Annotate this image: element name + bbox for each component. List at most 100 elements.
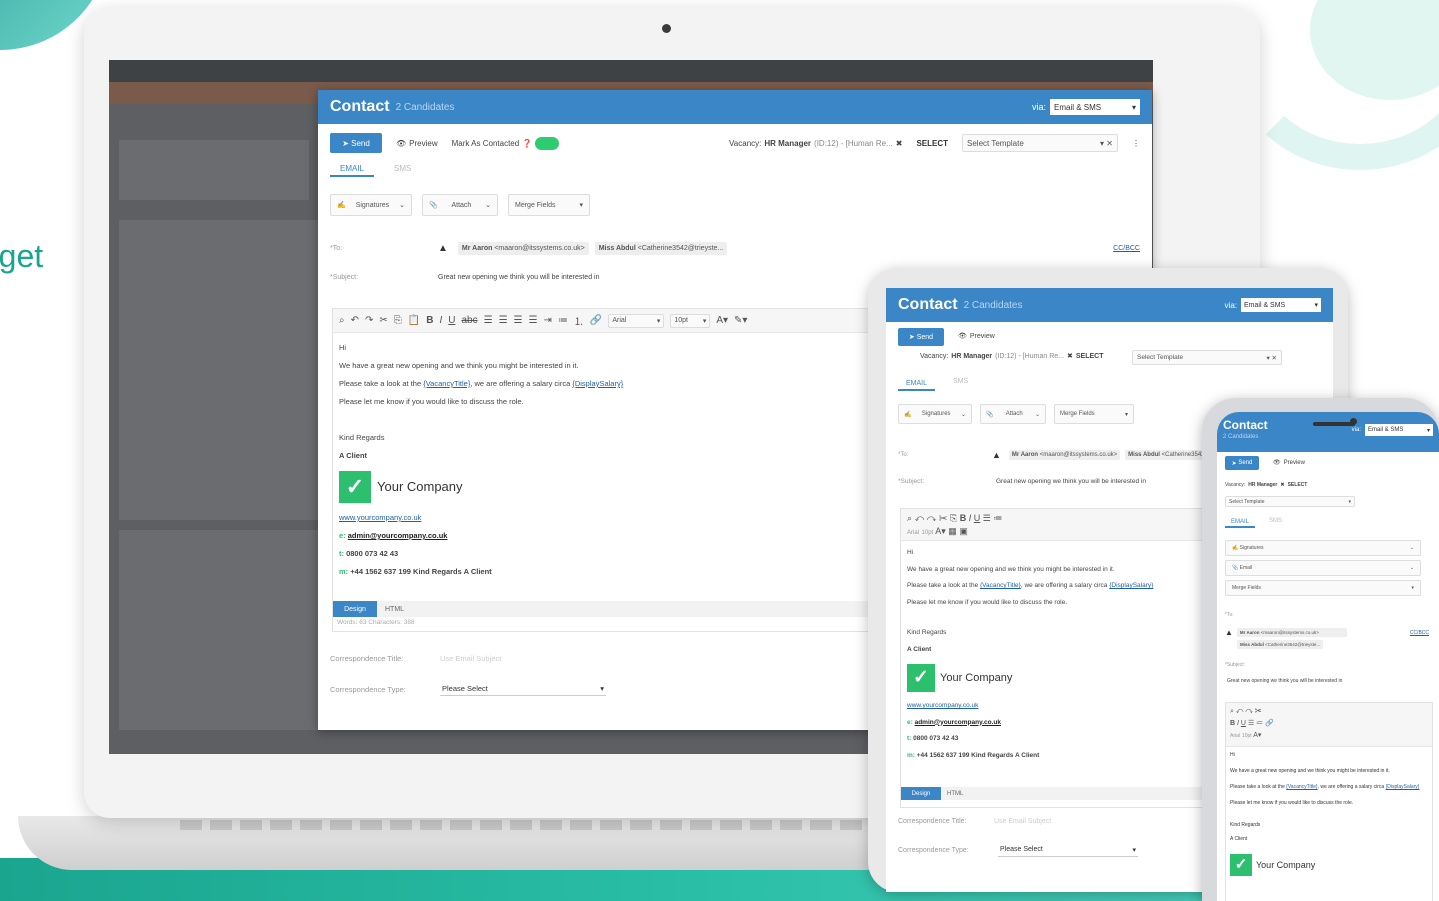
paste-icon[interactable]: 📋 xyxy=(408,315,420,326)
email-dropdown[interactable]: 📎 Email ⌄ xyxy=(1225,560,1421,576)
italic-icon[interactable]: I xyxy=(439,315,442,326)
align-left-icon[interactable]: ☰ xyxy=(1248,720,1254,727)
attach-dropdown[interactable]: 📎 Attach ⌄ xyxy=(422,194,498,216)
merge-fields-dropdown[interactable]: Merge Fields ▾ xyxy=(1054,404,1134,424)
correspondence-type-select[interactable]: Please Select ▾ xyxy=(440,682,606,696)
italic-icon[interactable]: I xyxy=(1237,720,1239,727)
send-button[interactable]: ➤ Send xyxy=(898,328,944,346)
italic-icon[interactable]: I xyxy=(969,513,972,523)
cut-icon[interactable]: ✂ xyxy=(1255,708,1262,715)
more-options-icon[interactable]: ⋮ xyxy=(1132,139,1140,148)
remove-vacancy-icon[interactable]: ✖ xyxy=(1280,482,1284,488)
bold-icon[interactable]: B xyxy=(1230,720,1235,727)
copy-icon[interactable]: ⎘ xyxy=(394,315,402,326)
link-icon[interactable]: 🔗 xyxy=(590,315,602,326)
send-button[interactable]: ➤ Send xyxy=(1225,456,1259,470)
correspondence-title-input[interactable]: Use Email Subject xyxy=(994,818,1051,825)
font-size-select[interactable]: 10pt xyxy=(922,530,934,536)
highlight-icon[interactable]: ✎▾ xyxy=(734,315,747,326)
undo-icon[interactable]: ↶ xyxy=(1236,708,1243,715)
redo-icon[interactable]: ↷ xyxy=(1245,708,1252,715)
undo-icon[interactable]: ↶ xyxy=(915,513,925,523)
justify-icon[interactable]: ☰ xyxy=(529,315,538,326)
preview-button[interactable]: 👁 Preview xyxy=(396,139,438,148)
copy-icon[interactable]: ⎘ xyxy=(950,513,957,523)
recipient-chip[interactable]: Mr Aaron <maaron@itssystems.co.uk> xyxy=(1236,628,1347,637)
bullet-list-icon[interactable]: ≔ xyxy=(993,513,1002,523)
via-select[interactable]: Email & SMS ▾ xyxy=(1050,99,1140,115)
select-vacancy-button[interactable]: SELECT xyxy=(916,139,948,148)
undo-icon[interactable]: ↶ xyxy=(351,315,359,326)
font-select[interactable]: Arial xyxy=(907,530,919,536)
remove-vacancy-icon[interactable]: ✖ xyxy=(896,139,903,148)
align-right-icon[interactable]: ☰ xyxy=(514,315,523,326)
align-left-icon[interactable]: ☰ xyxy=(983,513,991,523)
tab-email[interactable]: EMAIL xyxy=(330,162,375,177)
tab-email[interactable]: EMAIL xyxy=(898,378,936,391)
tab-sms[interactable]: SMS xyxy=(953,378,968,391)
html-mode-button[interactable]: HTML xyxy=(385,606,404,613)
font-select[interactable]: Arial xyxy=(1230,733,1240,739)
cc-bcc-link[interactable]: CC/BCC xyxy=(1410,630,1429,636)
font-size-select[interactable]: 10pt xyxy=(1242,733,1252,739)
template-select[interactable]: Select Template ▾ ✕ xyxy=(1132,350,1282,365)
underline-icon[interactable]: U xyxy=(974,513,981,523)
merge-fields-dropdown[interactable]: Merge Fields ▾ xyxy=(1225,580,1421,596)
link-icon[interactable]: 🔗 xyxy=(1265,720,1274,727)
bold-icon[interactable]: B xyxy=(426,315,433,326)
tab-sms[interactable]: SMS xyxy=(394,162,411,177)
subject-input[interactable]: Great new opening we think you will be i… xyxy=(1227,678,1427,684)
text-color-icon[interactable]: A▾ xyxy=(935,526,946,536)
align-left-icon[interactable]: ☰ xyxy=(484,315,493,326)
redo-icon[interactable]: ↷ xyxy=(365,315,373,326)
font-size-select[interactable]: 10pt ▾ xyxy=(670,313,711,328)
attach-dropdown[interactable]: 📎 Attach ⌄ xyxy=(980,404,1046,424)
bullet-list-icon[interactable]: ≔ xyxy=(558,315,568,326)
find-icon[interactable]: ⌕ xyxy=(339,315,345,326)
correspondence-type-select[interactable]: Please Select ▾ xyxy=(998,844,1138,857)
cut-icon[interactable]: ✂ xyxy=(939,513,948,523)
align-center-icon[interactable]: ☰ xyxy=(499,315,508,326)
underline-icon[interactable]: U xyxy=(1241,720,1246,727)
via-select[interactable]: Email & SMS ▾ xyxy=(1241,298,1321,312)
preview-button[interactable]: 👁 Preview xyxy=(958,332,995,341)
template-select[interactable]: Select Template ▾ ✕ xyxy=(962,134,1118,152)
remove-vacancy-icon[interactable]: ✖ xyxy=(1067,352,1073,360)
preview-button[interactable]: 👁 Preview xyxy=(1273,459,1305,467)
recipient-chip[interactable]: Miss Abdul <Catherine3542@trieyste... xyxy=(1237,640,1324,649)
recipient-chip[interactable]: Miss Abdul <Catherine3542@trieyste... xyxy=(594,242,728,255)
redo-icon[interactable]: ↷ xyxy=(927,513,937,523)
recipient-chip[interactable]: Mr Aaron <maaron@itssystems.co.uk> xyxy=(457,242,589,255)
number-list-icon[interactable]: ⒈ xyxy=(574,313,584,328)
tab-sms[interactable]: SMS xyxy=(1269,518,1282,528)
strikethrough-icon[interactable]: abc xyxy=(461,315,477,326)
image-icon[interactable]: ▣ xyxy=(959,526,968,536)
html-mode-button[interactable]: HTML xyxy=(947,791,963,797)
subject-input[interactable]: Great new opening we think you will be i… xyxy=(996,478,1146,485)
via-select[interactable]: Email & SMS ▾ xyxy=(1365,424,1433,436)
template-select[interactable]: Select Template ▾ xyxy=(1225,496,1355,507)
mark-contacted-toggle[interactable] xyxy=(535,136,560,150)
correspondence-title-input[interactable]: Use Email Subject xyxy=(440,654,501,663)
design-mode-button[interactable]: Design xyxy=(333,601,377,617)
find-icon[interactable]: ⌕ xyxy=(1230,708,1234,715)
cc-bcc-link[interactable]: CC/BCC xyxy=(1113,245,1140,252)
tab-email[interactable]: EMAIL xyxy=(1225,518,1256,528)
cut-icon[interactable]: ✂ xyxy=(379,315,387,326)
send-button[interactable]: ➤ Send xyxy=(330,133,382,153)
find-icon[interactable]: ⌕ xyxy=(907,513,912,523)
signatures-dropdown[interactable]: ✍ Signatures ⌄ xyxy=(898,404,972,424)
text-color-icon[interactable]: A▾ xyxy=(1253,732,1261,739)
underline-icon[interactable]: U xyxy=(448,315,455,326)
recipient-chip[interactable]: Mr Aaron <maaron@itssystems.co.uk> xyxy=(1008,450,1121,460)
signatures-dropdown[interactable]: ✍ Signatures ⌄ xyxy=(330,194,412,216)
email-editor[interactable]: ⌕ ↶ ↷ ✂ B I U ☰ ≔ 🔗 Arial 10pt A▾ Hi We … xyxy=(1225,702,1433,901)
merge-fields-dropdown[interactable]: Merge Fields ▾ xyxy=(508,194,590,216)
subject-input[interactable]: Great new opening we think you will be i… xyxy=(438,274,599,281)
design-mode-button[interactable]: Design xyxy=(901,787,941,800)
bullet-list-icon[interactable]: ≔ xyxy=(1256,720,1263,727)
font-select[interactable]: Arial ▾ xyxy=(608,313,665,328)
table-icon[interactable]: ▦ xyxy=(948,526,957,536)
text-color-icon[interactable]: A▾ xyxy=(716,315,728,326)
bold-icon[interactable]: B xyxy=(960,513,967,523)
